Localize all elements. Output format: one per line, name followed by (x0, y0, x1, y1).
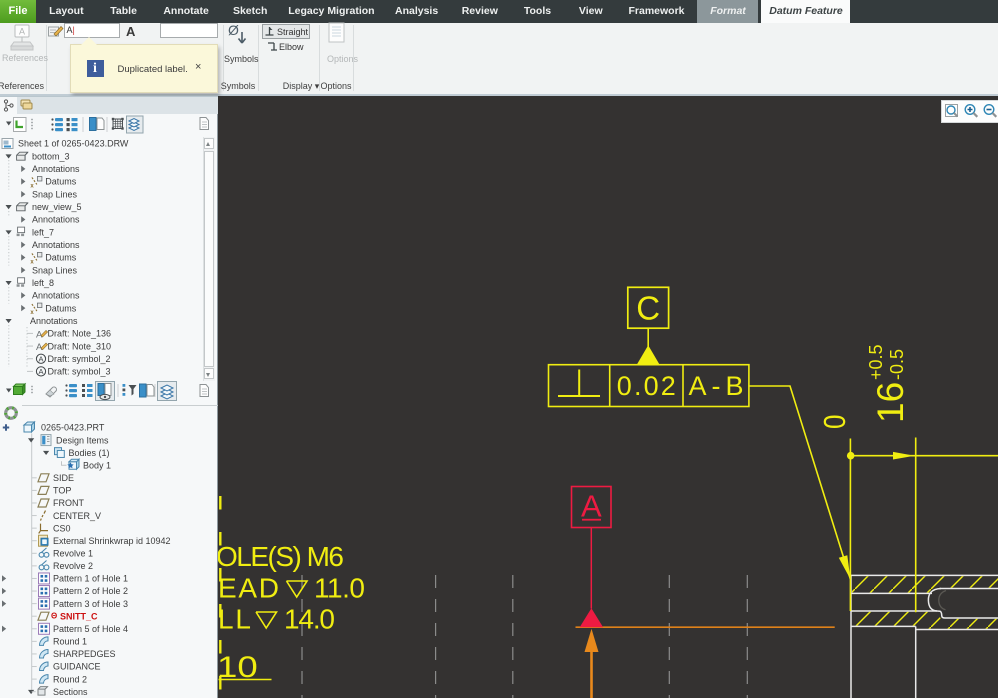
svg-text:SHARPEDGES: SHARPEDGES (53, 649, 116, 659)
svg-text:bottom_3: bottom_3 (32, 151, 70, 161)
svg-text:Body 1: Body 1 (83, 460, 111, 470)
svg-text:Annotations: Annotations (32, 215, 80, 225)
svg-text:Round 2: Round 2 (53, 674, 87, 684)
svg-text:FRONT: FRONT (53, 498, 84, 508)
svg-text:Draft: Note_136: Draft: Note_136 (48, 329, 112, 339)
svg-text:Draft: symbol_2: Draft: symbol_2 (48, 354, 111, 364)
svg-text:Draft: symbol_3: Draft: symbol_3 (48, 367, 111, 377)
svg-text:Datums: Datums (45, 177, 77, 187)
svg-text:C: C (636, 290, 660, 327)
svg-text:-0.5: -0.5 (887, 349, 907, 380)
svg-text:A: A (38, 355, 43, 364)
svg-text:EAD: EAD (218, 573, 279, 604)
svg-text:Snap Lines: Snap Lines (32, 189, 78, 199)
svg-text:Sections: Sections (53, 687, 88, 697)
svg-text:0: 0 (817, 415, 852, 430)
svg-text:CS0: CS0 (53, 523, 71, 533)
svg-text:Annotations: Annotations (30, 316, 78, 326)
svg-text:Annotations: Annotations (32, 291, 80, 301)
svg-text:A: A (38, 367, 43, 376)
svg-text:+0.5: +0.5 (866, 344, 886, 380)
svg-text:0265-0423.PRT: 0265-0423.PRT (41, 423, 105, 433)
svg-text:LL: LL (218, 604, 251, 635)
svg-text:Annotations: Annotations (32, 164, 80, 174)
svg-text:CENTER_V: CENTER_V (53, 511, 101, 521)
svg-text:left_8: left_8 (32, 278, 54, 288)
svg-text:Pattern 3 of Hole 3: Pattern 3 of Hole 3 (53, 599, 128, 609)
svg-text:Revolve 2: Revolve 2 (53, 561, 93, 571)
svg-text:SIDE: SIDE (53, 473, 74, 483)
svg-text:TOP: TOP (53, 486, 71, 496)
svg-text:A: A (581, 489, 602, 524)
svg-text:16: 16 (870, 382, 911, 423)
svg-text:SNITT_C: SNITT_C (60, 611, 98, 621)
svg-text:Draft: Note_310: Draft: Note_310 (48, 341, 112, 351)
svg-text:Annotations: Annotations (32, 240, 80, 250)
svg-text:new_view_5: new_view_5 (32, 202, 82, 212)
svg-text:left_7: left_7 (32, 227, 54, 237)
svg-text:Pattern 1 of Hole 1: Pattern 1 of Hole 1 (53, 574, 128, 584)
svg-text:GUIDANCE: GUIDANCE (53, 662, 101, 672)
svg-text:0.02: 0.02 (617, 371, 676, 401)
svg-text:Revolve 1: Revolve 1 (53, 549, 93, 559)
svg-text:External Shrinkwrap id 10942: External Shrinkwrap id 10942 (53, 536, 171, 546)
svg-text:Snap Lines: Snap Lines (32, 265, 78, 275)
svg-text:Θ: Θ (51, 612, 57, 621)
svg-text:OLE(S) M6: OLE(S) M6 (218, 541, 344, 572)
svg-text:Pattern 5 of Hole 4: Pattern 5 of Hole 4 (53, 624, 128, 634)
svg-text:Sheet 1 of 0265-0423.DRW: Sheet 1 of 0265-0423.DRW (18, 139, 129, 149)
svg-text:Datums: Datums (45, 303, 77, 313)
svg-text:Bodies (1): Bodies (1) (69, 448, 110, 458)
svg-text:Design Items: Design Items (56, 435, 109, 445)
svg-text:11.0: 11.0 (314, 573, 365, 604)
svg-text:Ø: Ø (228, 22, 239, 38)
svg-text:Datums: Datums (45, 253, 77, 263)
svg-text:A-B: A-B (689, 371, 744, 401)
svg-text:Round 1: Round 1 (53, 637, 87, 647)
svg-text:14.0: 14.0 (284, 604, 335, 635)
svg-text:A: A (19, 27, 25, 37)
svg-text:Pattern 2 of Hole 2: Pattern 2 of Hole 2 (53, 586, 128, 596)
